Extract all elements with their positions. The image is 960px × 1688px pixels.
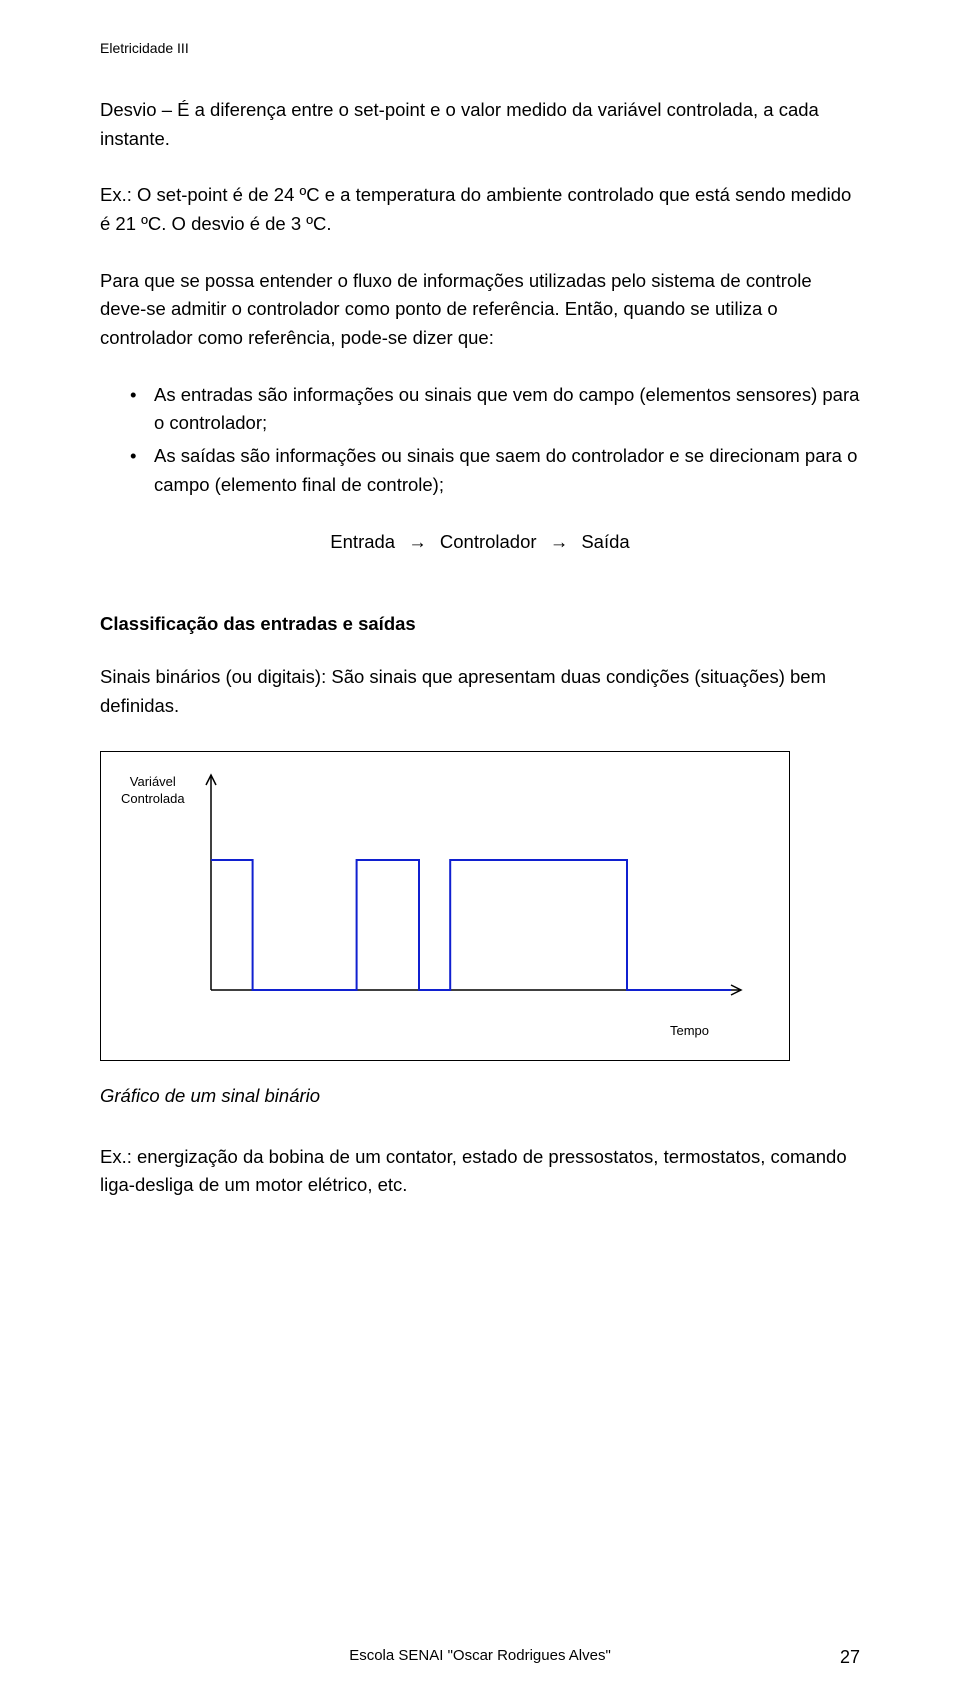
chart-caption: Gráfico de um sinal binário <box>100 1085 860 1107</box>
paragraph-fluxo: Para que se possa entender o fluxo de in… <box>100 267 860 353</box>
paragraph-ex1: Ex.: O set-point é de 24 ºC e a temperat… <box>100 181 860 238</box>
footer: Escola SENAI "Oscar Rodrigues Alves" <box>0 1647 960 1664</box>
list-item: As saídas são informações ou sinais que … <box>130 442 860 499</box>
paragraph-desvio: Desvio – É a diferença entre o set-point… <box>100 96 860 153</box>
chart-plot <box>201 770 761 1030</box>
chart-ylabel-text: VariávelControlada <box>121 774 185 806</box>
chart-binary-signal: VariávelControlada Tempo <box>100 751 790 1061</box>
arrow-icon <box>542 531 577 552</box>
paragraph-sinais: Sinais binários (ou digitais): São sinai… <box>100 663 860 720</box>
heading-classificacao: Classificação das entradas e saídas <box>100 613 860 635</box>
chart-ylabel: VariávelControlada <box>121 774 185 808</box>
bullet-list: As entradas são informações ou sinais qu… <box>130 381 860 500</box>
chart-xlabel: Tempo <box>670 1023 709 1038</box>
flow-diagram: Entrada Controlador Saída <box>100 531 860 553</box>
paragraph-ex2: Ex.: energização da bobina de um contato… <box>100 1143 860 1200</box>
arrow-icon <box>400 531 435 552</box>
page-number: 27 <box>840 1647 860 1668</box>
flow-controlador: Controlador <box>440 531 537 552</box>
flow-saida: Saída <box>581 531 629 552</box>
list-item: As entradas são informações ou sinais qu… <box>130 381 860 438</box>
doc-header: Eletricidade III <box>100 40 860 56</box>
flow-entrada: Entrada <box>330 531 395 552</box>
